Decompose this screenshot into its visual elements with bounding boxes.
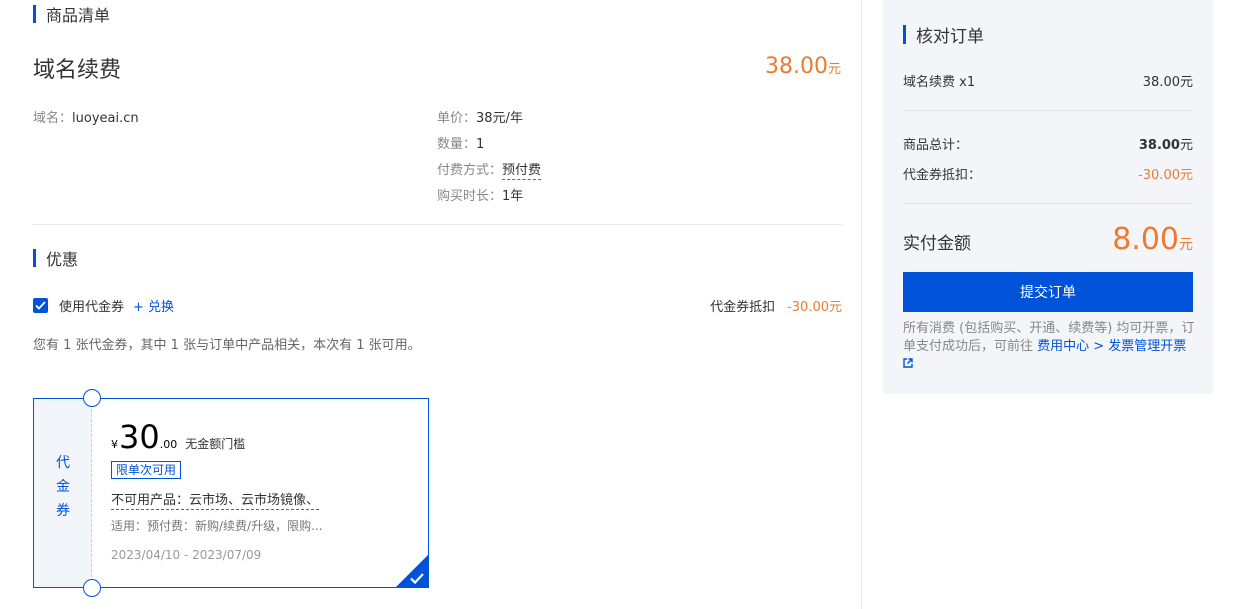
stub-char: 代 [56, 455, 70, 471]
duration-label: 购买时长： [437, 189, 503, 204]
coupon-usage-tag: 限单次可用 [111, 461, 182, 479]
discount-section-title-text: 优惠 [46, 250, 79, 269]
order-coupon-label: 代金券抵扣： [903, 168, 982, 183]
order-item-label: 域名续费 x1 [903, 75, 976, 90]
goods-panel: 商品清单 域名续费 38.00元 域名：luoyeai.cn 单价：38元/年 … [0, 0, 862, 609]
summary-divider [903, 203, 1193, 204]
duration-value: 1年 [502, 189, 524, 204]
order-coupon-row: 代金券抵扣： -30.00元 [903, 164, 1193, 183]
order-total-unit: 元 [1179, 138, 1193, 153]
product-name: 域名续费 [33, 58, 122, 83]
order-total-row: 商品总计： 38.00元 [903, 134, 1193, 153]
pay-method-label: 付费方式： [437, 163, 503, 178]
goods-section-title-text: 商品清单 [46, 6, 111, 25]
pay-method-meta: 付费方式：预付费 [437, 159, 542, 180]
quantity-value: 1 [476, 137, 485, 152]
coupon-notch-top [83, 389, 101, 407]
use-coupon-checkbox[interactable] [33, 297, 48, 313]
coupon-notch-bottom [83, 579, 101, 597]
unit-price-label: 单价： [437, 111, 477, 126]
domain-meta: 域名：luoyeai.cn [33, 107, 139, 126]
payable-value: 8.00 [1112, 222, 1179, 257]
invoice-management-link-text[interactable]: 费用中心 > 发票管理开票 [1037, 339, 1186, 354]
use-coupon-row: 使用代金券 + 兑换 代金券抵扣 -30.00元 [33, 295, 842, 315]
coupon-validity-dates: 2023/04/10 - 2023/07/09 [111, 548, 262, 562]
coupon-stub-label: 代 金 券 [34, 451, 92, 523]
section-divider [33, 224, 842, 225]
pay-method-value[interactable]: 预付费 [502, 163, 542, 180]
unit-price-value: 38元/年 [476, 111, 523, 126]
title-bar-marker [903, 25, 906, 44]
checkmark-icon [35, 300, 46, 310]
order-item-value: 38.00元 [1142, 75, 1193, 90]
submit-order-button[interactable]: 提交订单 [903, 272, 1193, 312]
order-total-label: 商品总计： [903, 138, 969, 153]
payable-unit: 元 [1179, 237, 1193, 253]
coupon-applicable: 适用：预付费：新购/续费/升级，限购... [111, 519, 323, 533]
coupon-currency: ¥ [111, 438, 118, 451]
coupon-unavailable-products: 不可用产品：云市场、云市场镜像、 [111, 489, 411, 510]
coupon-card[interactable]: 代 金 券 ¥ 30 .00 无金额门槛 限单次可用 不可用产品：云市场、云市场… [33, 389, 429, 597]
product-price: 38.00元 [765, 54, 841, 79]
use-coupon-label[interactable]: 使用代金券 [59, 296, 124, 315]
coupon-deduct-label: 代金券抵扣 [710, 299, 776, 315]
coupon-threshold: 无金额门槛 [185, 437, 246, 451]
domain-value: luoyeai.cn [72, 111, 139, 126]
goods-section-title: 商品清单 [33, 3, 110, 25]
product-price-value: 38.00 [765, 54, 828, 79]
duration-meta: 购买时长：1年 [437, 185, 523, 204]
exchange-coupon-link[interactable]: + 兑换 [133, 296, 174, 315]
external-link-icon [903, 358, 913, 368]
order-summary-panel: 核对订单 域名续费 x1 38.00元 商品总计： 38.00元 代金券抵扣： … [883, 0, 1213, 394]
order-total-value: 38.00 [1138, 138, 1180, 153]
order-summary-title-text: 核对订单 [916, 27, 984, 47]
domain-label: 域名： [33, 111, 73, 126]
payable-label: 实付金额 [903, 234, 971, 254]
coupon-amount: 30 [119, 418, 160, 456]
unit-price-meta: 单价：38元/年 [437, 107, 523, 126]
coupon-deduct: 代金券抵扣 -30.00元 [710, 296, 842, 315]
quantity-label: 数量： [437, 137, 477, 152]
payable-row: 实付金额 8.00元 [903, 222, 1193, 257]
stub-char: 金 [56, 479, 70, 495]
discount-section-title: 优惠 [33, 247, 78, 269]
coupon-amount-line: ¥ 30 .00 无金额门槛 [111, 419, 411, 455]
quantity-meta: 数量：1 [437, 133, 484, 152]
order-summary-title: 核对订单 [903, 22, 984, 47]
title-bar-marker [33, 249, 36, 267]
title-bar-marker [33, 5, 36, 23]
coupon-deduct-value: -30.00元 [787, 299, 842, 315]
coupon-body: ¥ 30 .00 无金额门槛 限单次可用 不可用产品：云市场、云市场镜像、 适用… [111, 419, 411, 562]
coupon-cents: .00 [159, 438, 178, 451]
order-total: 38.00元 [1139, 134, 1193, 153]
coupon-summary: 您有 1 张代金券，其中 1 张与订单中产品相关，本次有 1 张可用。 [33, 338, 421, 353]
payable-amount: 8.00元 [1112, 222, 1193, 257]
stub-char: 券 [56, 503, 70, 519]
check-icon [410, 573, 424, 585]
order-item-row: 域名续费 x1 38.00元 [903, 71, 1193, 90]
order-coupon-value: -30.00元 [1138, 168, 1193, 183]
product-price-unit: 元 [827, 62, 841, 77]
coupon-unavailable-text[interactable]: 不可用产品：云市场、云市场镜像、 [111, 493, 320, 510]
coupon-stub: 代 金 券 [34, 399, 92, 587]
invoice-note: 所有消费 (包括购买、开通、续费等) 均可开票，订单支付成功后，可前往 费用中心… [903, 320, 1195, 374]
summary-divider [903, 110, 1193, 111]
